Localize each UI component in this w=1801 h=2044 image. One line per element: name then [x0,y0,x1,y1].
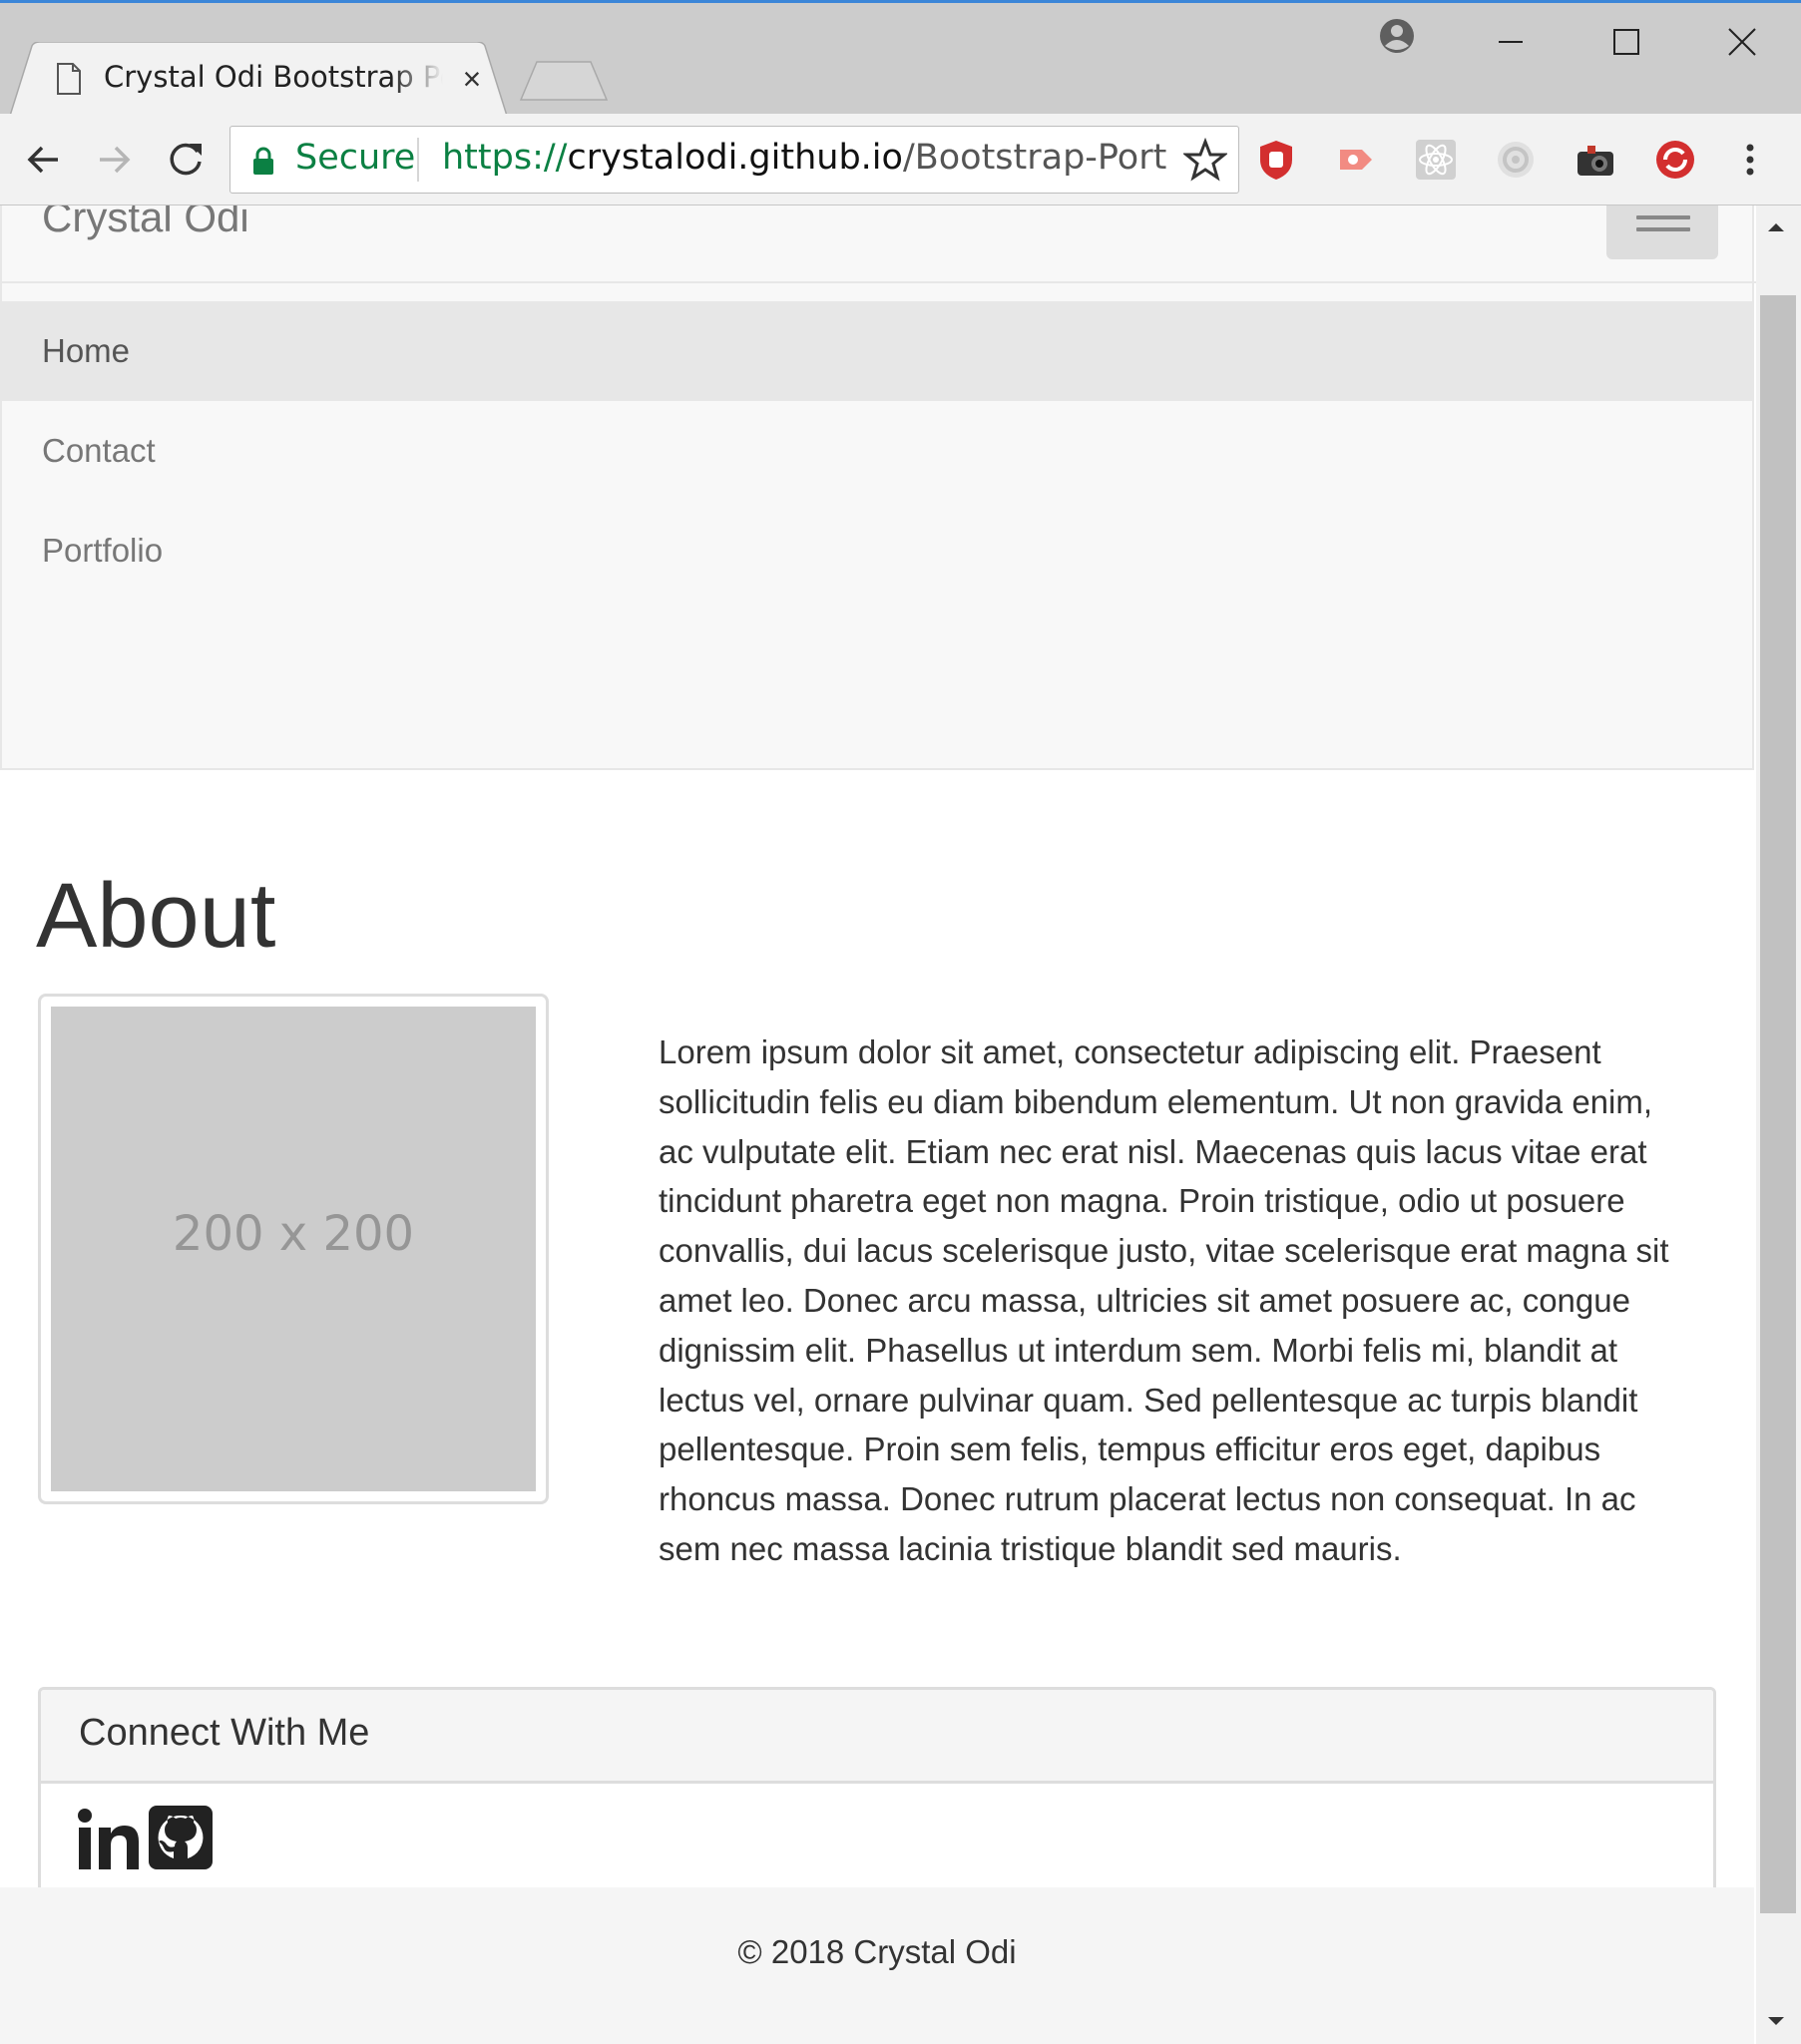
hamburger-icon-bar [1636,227,1690,231]
profile-image: 200 x 200 [38,994,549,1504]
connect-panel: Connect With Me [38,1687,1716,1906]
profile-icon[interactable] [1377,16,1417,56]
scroll-up-arrow-icon[interactable] [1764,215,1788,239]
scrollbar-thumb[interactable] [1760,295,1796,1913]
about-text: Lorem ipsum dolor sit amet, consectetur … [659,1033,1669,1567]
connect-panel-heading: Connect With Me [41,1690,1713,1784]
page-viewport: Crystal Odi Home Contact Portfolio About… [0,205,1756,2044]
page-icon [57,63,81,95]
tab-title: Crystal Odi Bootstrap Portfolio [104,60,443,94]
footer-copyright: © 2018 Crystal Odi [737,1933,1017,1970]
secure-label: Secure [295,138,416,178]
footer: © 2018 Crystal Odi [0,1887,1754,2044]
linkedin-icon[interactable] [77,1806,141,1869]
url-text[interactable]: https://crystalodi.github.io/Bootstrap-P… [442,138,1166,178]
url-host: crystalodi.github.io [567,138,903,178]
close-icon[interactable] [1702,14,1782,70]
connect-panel-title: Connect With Me [79,1712,370,1754]
hamburger-icon [1636,215,1690,219]
navbar-divider [2,281,1756,283]
navbar: Crystal Odi Home Contact Portfolio [0,205,1756,770]
screenshot-icon[interactable] [1574,138,1617,182]
menu-icon[interactable] [1728,138,1772,182]
minimize-icon[interactable] [1471,14,1551,70]
maximize-icon[interactable] [1586,14,1666,70]
address-separator [417,138,419,182]
lastpass-icon[interactable] [1653,138,1697,182]
tab-close-button[interactable]: × [457,62,487,96]
nav-item-contact[interactable]: Contact [2,401,1754,501]
react-devtools-icon[interactable] [1414,138,1458,182]
star-icon[interactable] [1183,138,1227,182]
cast-icon[interactable] [1334,138,1378,182]
scroll-down-arrow-icon[interactable] [1764,2009,1788,2033]
new-tab-button[interactable] [519,60,609,102]
ublock-icon[interactable] [1254,138,1298,182]
reload-icon[interactable] [164,138,208,182]
navbar-brand[interactable]: Crystal Odi [42,205,249,241]
github-icon[interactable] [149,1806,213,1869]
lock-icon [253,147,273,175]
back-icon[interactable] [22,138,66,182]
forward-icon[interactable] [92,138,136,182]
navbar-toggle-button[interactable] [1606,205,1718,259]
image-placeholder: 200 x 200 [51,1007,536,1491]
url-scheme: https:// [442,138,568,178]
nav-item-portfolio[interactable]: Portfolio [2,501,1754,601]
image-placeholder-label: 200 x 200 [172,1206,415,1262]
url-path: /Bootstrap-Portfoli... [902,138,1166,178]
about-heading: About [36,865,276,967]
nav-item-home[interactable]: Home [2,301,1754,401]
camera-lens-icon[interactable] [1494,138,1538,182]
